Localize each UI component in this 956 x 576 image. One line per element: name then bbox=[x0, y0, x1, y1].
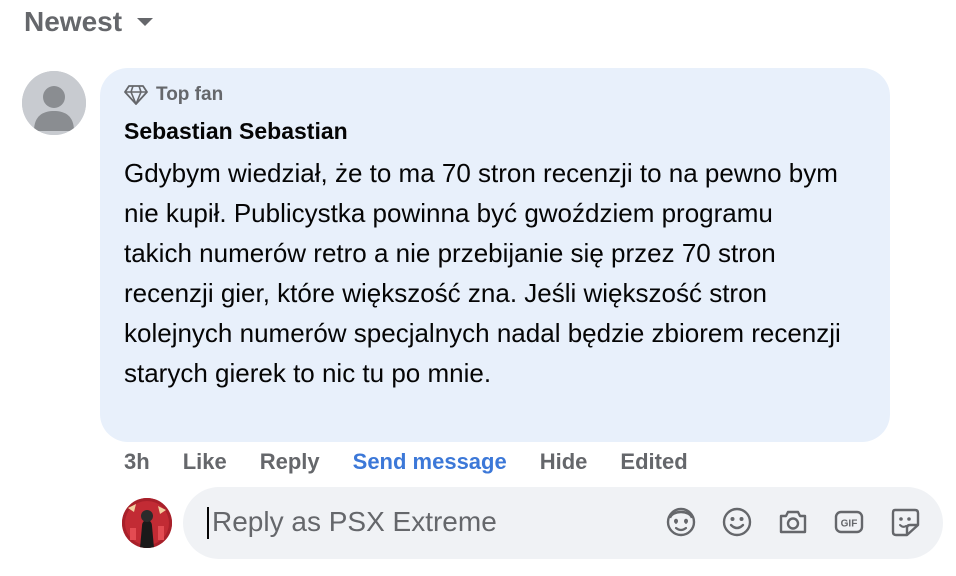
reply-composer[interactable]: Reply as PSX Extreme GIF bbox=[183, 487, 943, 559]
top-fan-badge: Top fan bbox=[124, 84, 866, 106]
sort-dropdown[interactable]: Newest bbox=[24, 6, 154, 38]
edited-label[interactable]: Edited bbox=[620, 449, 687, 475]
reply-button[interactable]: Reply bbox=[260, 449, 320, 475]
default-user-icon bbox=[22, 71, 86, 135]
sort-label: Newest bbox=[24, 6, 123, 37]
reply-input[interactable]: Reply as PSX Extreme bbox=[212, 506, 497, 538]
comment-timestamp[interactable]: 3h bbox=[124, 449, 150, 475]
text-cursor bbox=[207, 507, 209, 539]
avatar-sticker-icon[interactable] bbox=[663, 504, 699, 540]
comment-bubble: Top fan Sebastian Sebastian Gdybym wiedz… bbox=[100, 68, 890, 442]
hide-button[interactable]: Hide bbox=[540, 449, 588, 475]
emoji-icon[interactable] bbox=[719, 504, 755, 540]
caret-down-icon bbox=[136, 16, 154, 28]
commenter-avatar[interactable] bbox=[22, 71, 86, 135]
page-profile-picture bbox=[122, 498, 172, 548]
comment-actions: 3h Like Reply Send message Hide Edited bbox=[124, 446, 721, 478]
comment-author[interactable]: Sebastian Sebastian bbox=[124, 118, 866, 145]
camera-icon[interactable] bbox=[775, 504, 811, 540]
like-button[interactable]: Like bbox=[183, 449, 227, 475]
badge-label: Top fan bbox=[156, 84, 224, 105]
sticker-icon[interactable] bbox=[887, 504, 923, 540]
diamond-icon bbox=[124, 85, 148, 105]
page-avatar[interactable] bbox=[122, 498, 172, 548]
comment-text: Gdybym wiedział, że to ma 70 stron recen… bbox=[124, 158, 841, 388]
send-message-button[interactable]: Send message bbox=[353, 449, 507, 475]
svg-text:GIF: GIF bbox=[841, 519, 858, 530]
gif-icon[interactable]: GIF bbox=[831, 504, 867, 540]
composer-tools: GIF bbox=[663, 504, 923, 540]
comment-thread: Newest Top fan Sebastian Sebastian Gdyby… bbox=[0, 0, 956, 576]
